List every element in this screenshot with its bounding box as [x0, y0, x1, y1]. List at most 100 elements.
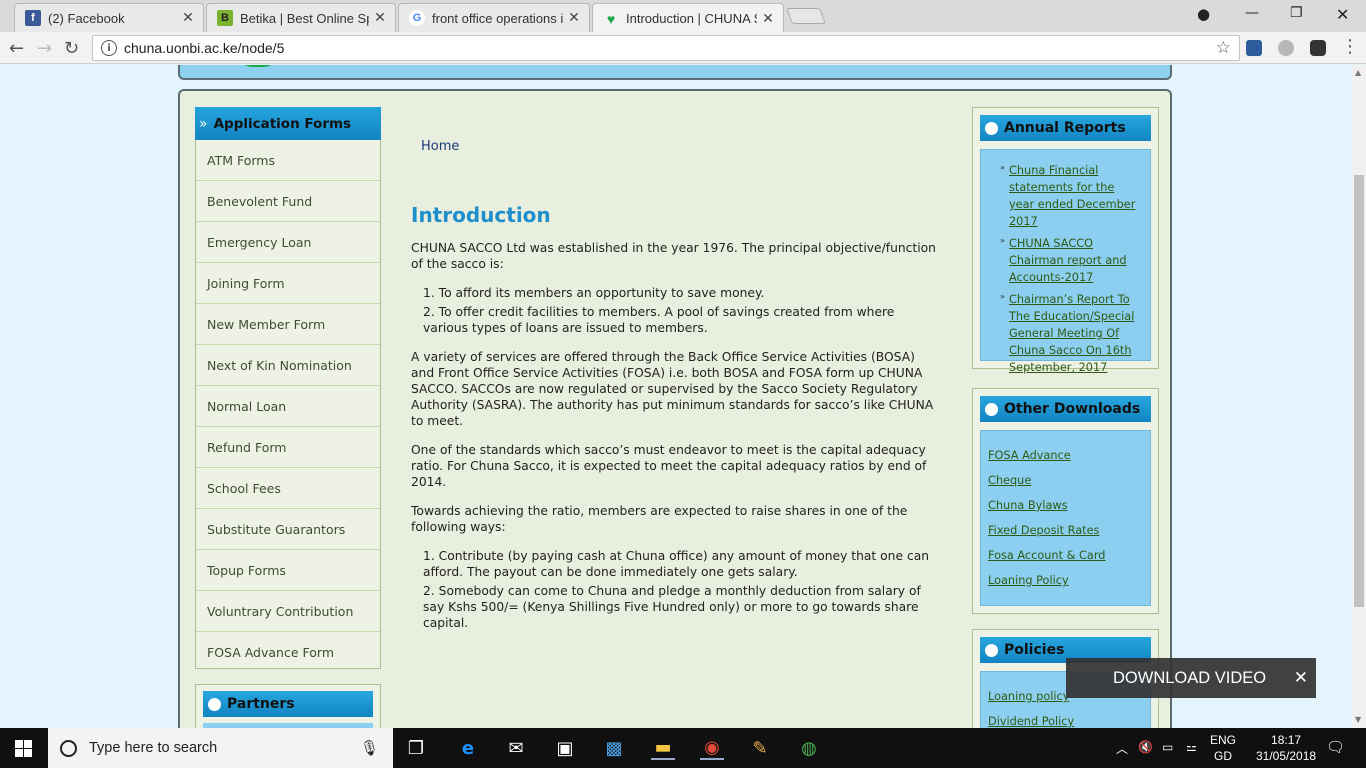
vertical-scrollbar[interactable]: ▲ ▼ [1352, 65, 1366, 728]
tab-title: front office operations in [432, 10, 563, 26]
download-link-fosa-account[interactable]: Fosa Account & Card [988, 547, 1143, 564]
address-bar[interactable]: i chuna.uonbi.ac.ke/node/5 ☆ [92, 35, 1240, 61]
sidebar-item-voluntary-contribution[interactable]: Voluntrary Contribution [196, 591, 380, 632]
sidebar-item-refund-form[interactable]: Refund Form [196, 427, 380, 468]
sidebar-item-benevolent-fund[interactable]: Benevolent Fund [196, 181, 380, 222]
clock-date: 31/05/2018 [1256, 749, 1317, 763]
paragraph: A variety of services are offered throug… [411, 350, 934, 428]
annual-reports-list: » Chuna Financial statements for the yea… [980, 149, 1151, 374]
sidebar-item-joining-form[interactable]: Joining Form [196, 263, 380, 304]
tab-facebook[interactable]: f (2) Facebook ✕ [14, 3, 204, 32]
minimize-button[interactable]: — [1245, 5, 1259, 21]
chrome-icon[interactable]: ◉ [700, 736, 724, 760]
show-hidden-icons-chevron-icon[interactable]: ︿ [1116, 740, 1128, 757]
action-center-icon[interactable]: 🗨 [1326, 738, 1345, 756]
extension-icon[interactable] [1278, 40, 1294, 56]
annual-report-link[interactable]: CHUNA SACCO Chairman report and Accounts… [1009, 235, 1143, 286]
other-downloads-block: Other Downloads FOSA Advance Cheque Chun… [972, 388, 1159, 614]
paint-icon[interactable]: ✎ [748, 736, 772, 760]
reload-button[interactable]: ↻ [64, 38, 79, 59]
edge-icon[interactable]: e [456, 736, 480, 760]
sidebar-item-fosa-advance-form[interactable]: FOSA Advance Form [196, 632, 380, 673]
url-text[interactable]: chuna.uonbi.ac.ke/node/5 [124, 40, 1216, 56]
tab-chuna-introduction[interactable]: ♥ Introduction | CHUNA SA ✕ [592, 3, 784, 33]
scrollbar-thumb[interactable] [1354, 175, 1364, 607]
download-manager-icon[interactable]: ◍ [797, 736, 821, 760]
sidebar-item-new-member-form[interactable]: New Member Form [196, 304, 380, 345]
chuna-heart-icon: ♥ [606, 10, 616, 27]
download-video-overlay[interactable]: DOWNLOAD VIDEO ✕ [1066, 658, 1316, 698]
profile-icon[interactable]: ● [1197, 5, 1210, 23]
mail-icon[interactable]: ✉ [504, 736, 528, 760]
list-item: 1. Contribute (by paying cash at Chuna o… [423, 549, 930, 579]
annual-report-link[interactable]: Chairman’s Report To The Education/Speci… [1009, 291, 1143, 376]
sidebar-item-next-of-kin[interactable]: Next of Kin Nomination [196, 345, 380, 386]
menu-icon[interactable]: ⋮ [1341, 36, 1359, 57]
bookmark-star-icon[interactable]: ☆ [1216, 38, 1231, 58]
heading-text: Application Forms [213, 115, 352, 132]
task-view-icon[interactable]: ❐ [404, 736, 428, 760]
sidebar-item-emergency-loan[interactable]: Emergency Loan [196, 222, 380, 263]
forward-button[interactable]: → [37, 38, 52, 59]
volume-muted-icon[interactable]: 🔇 [1138, 740, 1153, 754]
breadcrumb-home-link[interactable]: Home [421, 139, 459, 154]
search-placeholder[interactable]: Type here to search [89, 740, 360, 756]
scroll-up-arrow-icon[interactable]: ▲ [1355, 68, 1361, 77]
download-link-fosa-advance[interactable]: FOSA Advance [988, 447, 1143, 464]
windows-start-icon[interactable] [15, 740, 32, 757]
sidebar-item-school-fees[interactable]: School Fees [196, 468, 380, 509]
annual-reports-block: Annual Reports » Chuna Financial stateme… [972, 107, 1159, 374]
browser-toolbar: ← → ↻ i chuna.uonbi.ac.ke/node/5 ☆ ⋮ [0, 32, 1366, 64]
photos-icon[interactable]: ▩ [602, 736, 626, 760]
content-container: » Application Forms ATM Forms Benevolent… [178, 89, 1172, 728]
partners-block: Partners [195, 684, 381, 728]
bullet-icon: » [1000, 292, 1005, 301]
download-link-cheque[interactable]: Cheque [988, 472, 1143, 489]
application-forms-heading: » Application Forms [195, 107, 381, 140]
taskbar-search-box[interactable]: Type here to search 🎙 [48, 728, 393, 768]
cortana-circle-icon [60, 739, 77, 757]
tab-google-search[interactable]: G front office operations in ✕ [398, 3, 590, 32]
double-chevron-icon: » [199, 115, 208, 132]
annual-reports-heading: Annual Reports [980, 115, 1151, 141]
close-tab-icon[interactable]: ✕ [373, 10, 387, 26]
policy-link-dividend[interactable]: Dividend Policy [988, 713, 1143, 728]
sidebar-item-normal-loan[interactable]: Normal Loan [196, 386, 380, 427]
close-overlay-icon[interactable]: ✕ [1294, 668, 1308, 688]
download-link-bylaws[interactable]: Chuna Bylaws [988, 497, 1143, 514]
site-info-icon[interactable]: i [101, 40, 117, 56]
file-explorer-icon[interactable]: ▬ [651, 736, 675, 760]
annual-report-link[interactable]: Chuna Financial statements for the year … [1009, 162, 1143, 230]
betika-icon: B [217, 10, 233, 26]
media-app-icon[interactable]: ▣ [553, 736, 577, 760]
extension-icon[interactable] [1246, 40, 1262, 56]
bullet-circle-icon [208, 697, 221, 711]
back-button[interactable]: ← [9, 38, 24, 59]
close-tab-icon[interactable]: ✕ [181, 10, 195, 26]
objectives-list: 1. To afford its members an opportunity … [423, 285, 941, 336]
microphone-icon[interactable]: 🎙 [360, 739, 379, 757]
close-window-button[interactable]: ✕ [1336, 5, 1349, 24]
tab-betika[interactable]: B Betika | Best Online Sport ✕ [206, 3, 396, 32]
paragraph: CHUNA SACCO Ltd was established in the y… [411, 241, 936, 271]
close-tab-icon[interactable]: ✕ [761, 11, 775, 27]
close-tab-icon[interactable]: ✕ [567, 10, 581, 26]
sidebar-item-substitute-guarantors[interactable]: Substitute Guarantors [196, 509, 380, 550]
language-code: ENG [1210, 733, 1237, 747]
keyboard-layout: GD [1214, 749, 1232, 763]
bullet-circle-icon [985, 643, 998, 657]
network-icon[interactable]: ⚍ [1186, 740, 1197, 754]
new-tab-button[interactable] [786, 8, 826, 24]
list-item: 1. To afford its members an opportunity … [423, 286, 765, 300]
input-language-indicator[interactable]: ENG GD [1210, 732, 1236, 764]
sidebar-item-topup-forms[interactable]: Topup Forms [196, 550, 380, 591]
battery-icon[interactable]: ▭ [1162, 740, 1173, 754]
download-link-loaning-policy[interactable]: Loaning Policy [988, 572, 1143, 589]
download-link-fixed-deposit[interactable]: Fixed Deposit Rates [988, 522, 1143, 539]
extension-icon[interactable] [1310, 40, 1326, 56]
download-video-label[interactable]: DOWNLOAD VIDEO [1113, 669, 1294, 688]
scroll-down-arrow-icon[interactable]: ▼ [1355, 715, 1361, 724]
maximize-button[interactable]: ❐ [1290, 5, 1303, 21]
sidebar-item-atm-forms[interactable]: ATM Forms [196, 140, 380, 181]
taskbar-clock[interactable]: 18:17 31/05/2018 [1256, 732, 1316, 764]
